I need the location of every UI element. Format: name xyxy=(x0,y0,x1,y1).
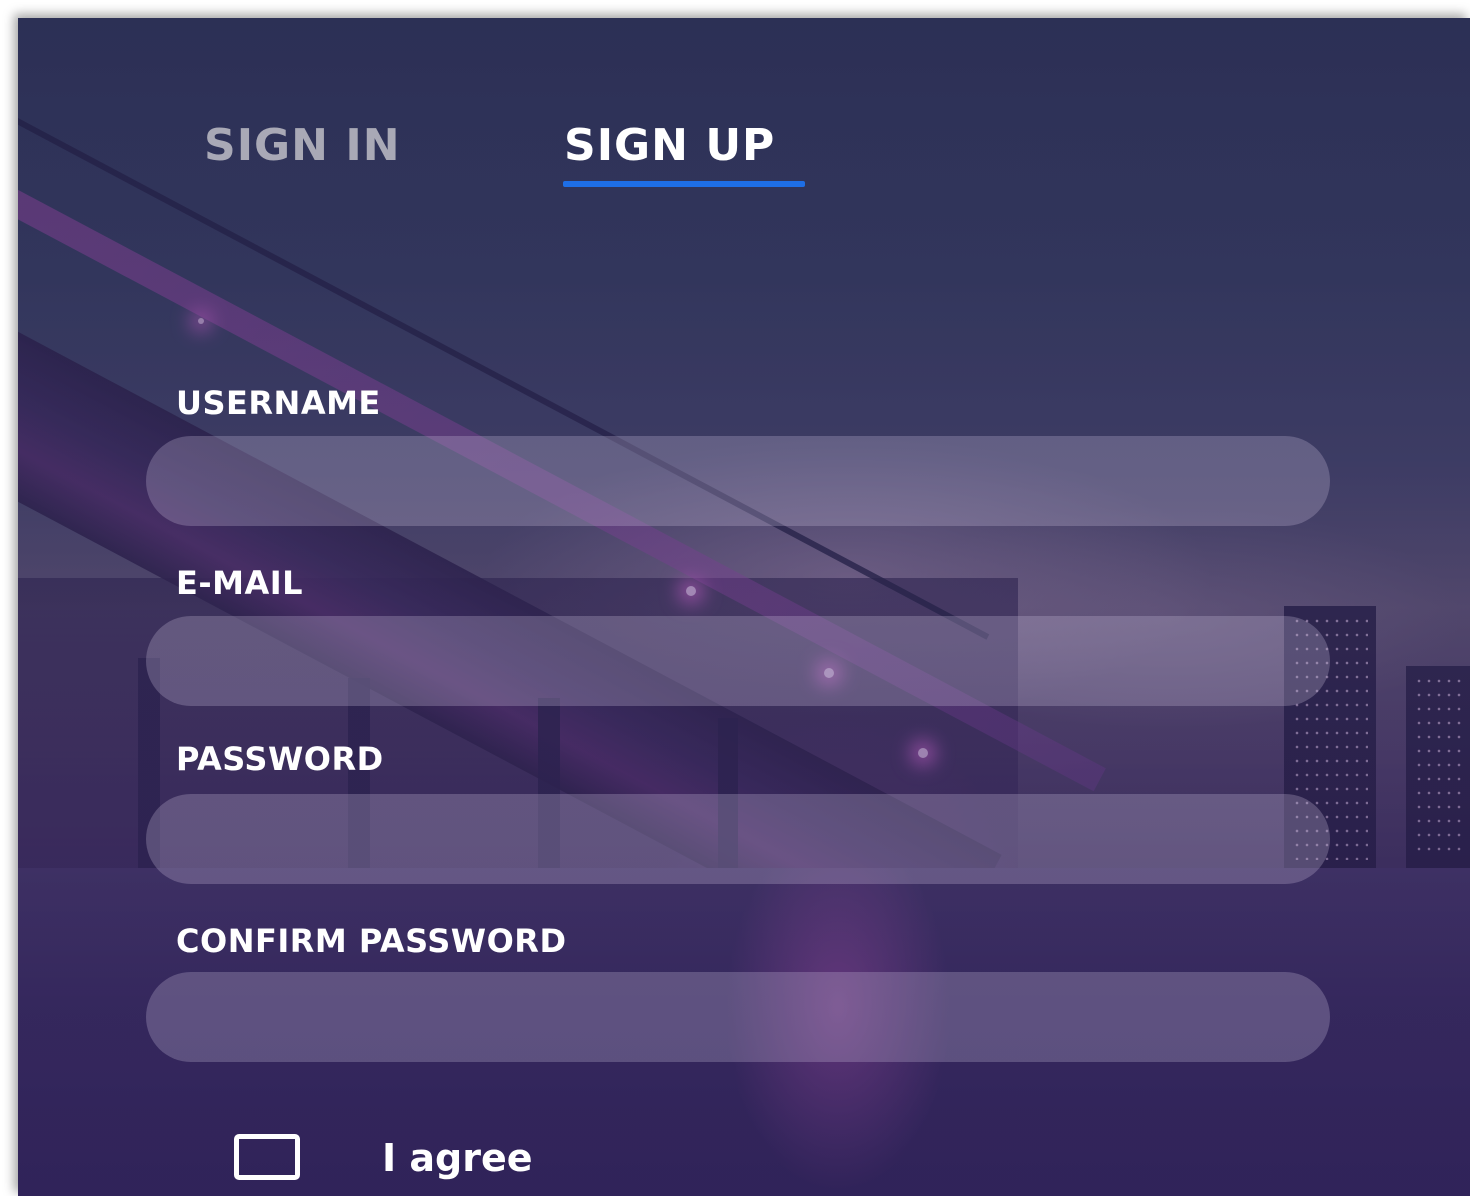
tab-sign-in[interactable]: SIGN IN xyxy=(204,120,401,171)
email-label: E-MAIL xyxy=(176,564,304,602)
agree-checkbox[interactable] xyxy=(234,1134,300,1180)
username-label: USERNAME xyxy=(176,384,381,422)
username-input[interactable] xyxy=(146,436,1330,526)
email-input[interactable] xyxy=(146,616,1330,706)
active-tab-indicator xyxy=(563,181,805,187)
password-input[interactable] xyxy=(146,794,1330,884)
confirm-password-input[interactable] xyxy=(146,972,1330,1062)
password-label: PASSWORD xyxy=(176,740,384,778)
confirm-password-label: CONFIRM PASSWORD xyxy=(176,922,567,960)
page: SIGN IN SIGN UP USERNAME E-MAIL PASSWORD… xyxy=(0,0,1470,1196)
agree-label: I agree xyxy=(382,1136,533,1180)
signup-panel: SIGN IN SIGN UP USERNAME E-MAIL PASSWORD… xyxy=(18,18,1470,1196)
tab-sign-up[interactable]: SIGN UP xyxy=(564,120,775,171)
